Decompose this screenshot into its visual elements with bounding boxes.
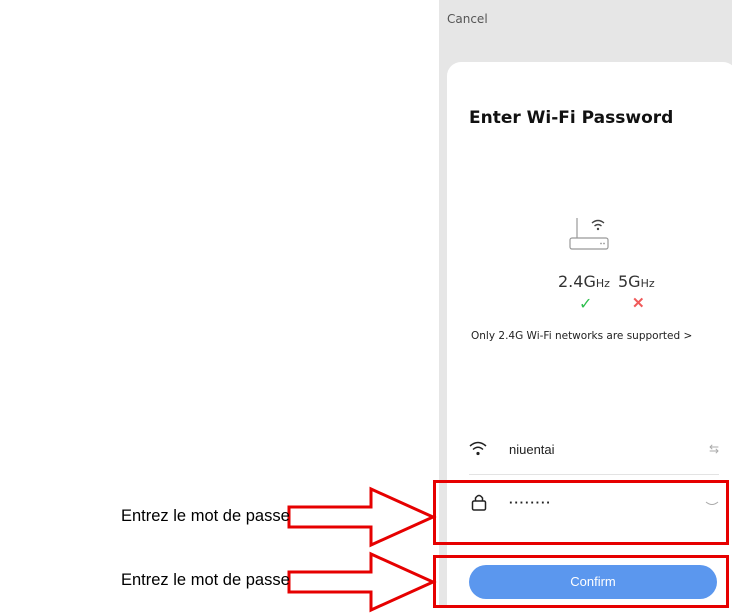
annotation-caption: Entrez le mot de passe bbox=[121, 571, 290, 589]
dialog-title: Enter Wi-Fi Password bbox=[469, 108, 674, 128]
band-5ghz-label: 5GHz bbox=[618, 272, 655, 291]
band-5-value: 5G bbox=[618, 272, 641, 291]
arrow-icon bbox=[287, 486, 437, 548]
arrow-icon bbox=[287, 551, 437, 613]
wifi-ssid-row[interactable]: niuentai ⇆ bbox=[469, 434, 719, 468]
confirm-highlight-box bbox=[433, 555, 729, 608]
supported-networks-link[interactable]: Only 2.4G Wi-Fi networks are supported > bbox=[471, 330, 692, 342]
password-highlight-box bbox=[433, 480, 729, 545]
router-icon bbox=[569, 218, 609, 250]
band-24ghz-label: 2.4GHz bbox=[558, 272, 610, 291]
ssid-value: niuentai bbox=[509, 442, 555, 457]
band-24-value: 2.4G bbox=[558, 272, 596, 291]
band-5-unit: Hz bbox=[640, 277, 655, 290]
cancel-button[interactable]: Cancel bbox=[447, 12, 488, 26]
divider bbox=[469, 474, 719, 475]
check-icon: ✓ bbox=[579, 296, 593, 313]
annotation-caption: Entrez le mot de passe bbox=[121, 507, 290, 525]
wifi-icon bbox=[469, 441, 487, 456]
cross-icon: ✕ bbox=[632, 295, 645, 312]
swap-icon[interactable]: ⇆ bbox=[709, 442, 719, 456]
band-24-unit: Hz bbox=[595, 277, 610, 290]
